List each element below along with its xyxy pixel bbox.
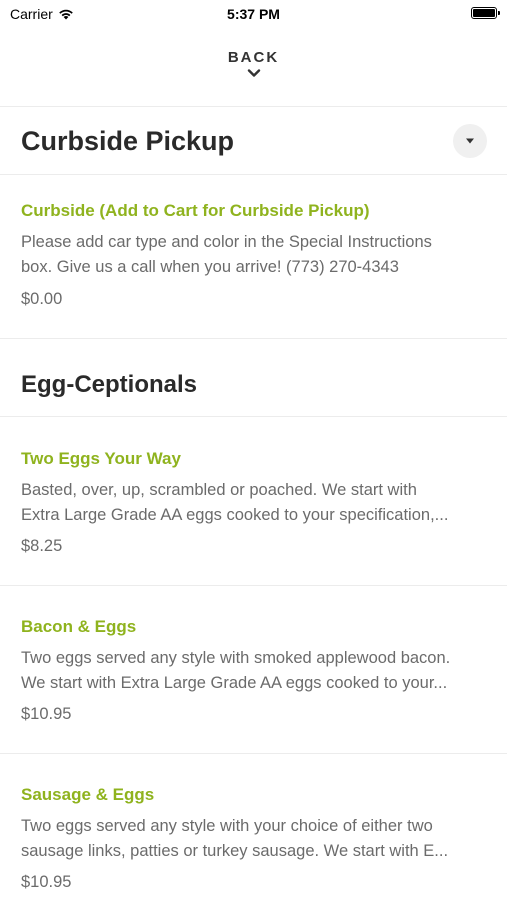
item-description: Two eggs served any style with your choi… [21, 814, 487, 864]
item-description: Please add car type and color in the Spe… [21, 230, 487, 280]
section-title: Curbside Pickup [21, 126, 235, 156]
section-header-curbside: Curbside Pickup [0, 107, 507, 175]
menu-item-two-eggs[interactable]: Two Eggs Your Way Basted, over, up, scra… [0, 417, 507, 586]
menu-item-sausage-eggs[interactable]: Sausage & Eggs Two eggs served any style… [0, 754, 507, 900]
item-name: Sausage & Eggs [21, 785, 155, 804]
item-price: $10.95 [21, 705, 72, 723]
item-description: Two eggs served any style with smoked ap… [21, 646, 487, 696]
item-description: Basted, over, up, scrambled or poached. … [21, 478, 487, 528]
back-label: BACK [227, 49, 280, 66]
item-name: Two Eggs Your Way [21, 449, 181, 468]
item-name: Curbside (Add to Cart for Curbside Picku… [21, 201, 370, 220]
status-bar: Carrier 5:37 PM [0, 0, 507, 30]
item-description-line: We start with Extra Large Grade AA eggs … [21, 674, 448, 692]
item-price: $8.25 [21, 537, 63, 555]
item-description-line: Extra Large Grade AA eggs cooked to your… [21, 506, 449, 524]
item-description-line: Please add car type and color in the Spe… [21, 233, 432, 251]
item-description-line: Two eggs served any style with smoked ap… [21, 649, 451, 667]
item-name: Bacon & Eggs [21, 617, 137, 636]
item-price: $10.95 [21, 873, 72, 891]
battery-full-icon [471, 7, 500, 19]
category-dropdown-button[interactable] [453, 124, 487, 158]
menu-item-bacon-eggs[interactable]: Bacon & Eggs Two eggs served any style w… [0, 586, 507, 754]
item-description-line: Two eggs served any style with your choi… [21, 817, 433, 835]
item-price: $0.00 [21, 290, 63, 308]
status-time: 5:37 PM [227, 6, 280, 22]
back-button[interactable]: BACK [0, 30, 507, 107]
section-header-egg-ceptionals: Egg-Ceptionals [0, 339, 507, 417]
chevron-down-icon [247, 69, 260, 77]
section-title: Egg-Ceptionals [21, 371, 198, 398]
item-description-line: sausage links, patties or turkey sausage… [21, 842, 449, 860]
item-description-line: Basted, over, up, scrambled or poached. … [21, 481, 417, 499]
menu-item-curbside[interactable]: Curbside (Add to Cart for Curbside Picku… [0, 175, 507, 339]
item-description-line: box. Give us a call when you arrive! (77… [21, 258, 399, 276]
caret-down-icon [466, 138, 474, 144]
